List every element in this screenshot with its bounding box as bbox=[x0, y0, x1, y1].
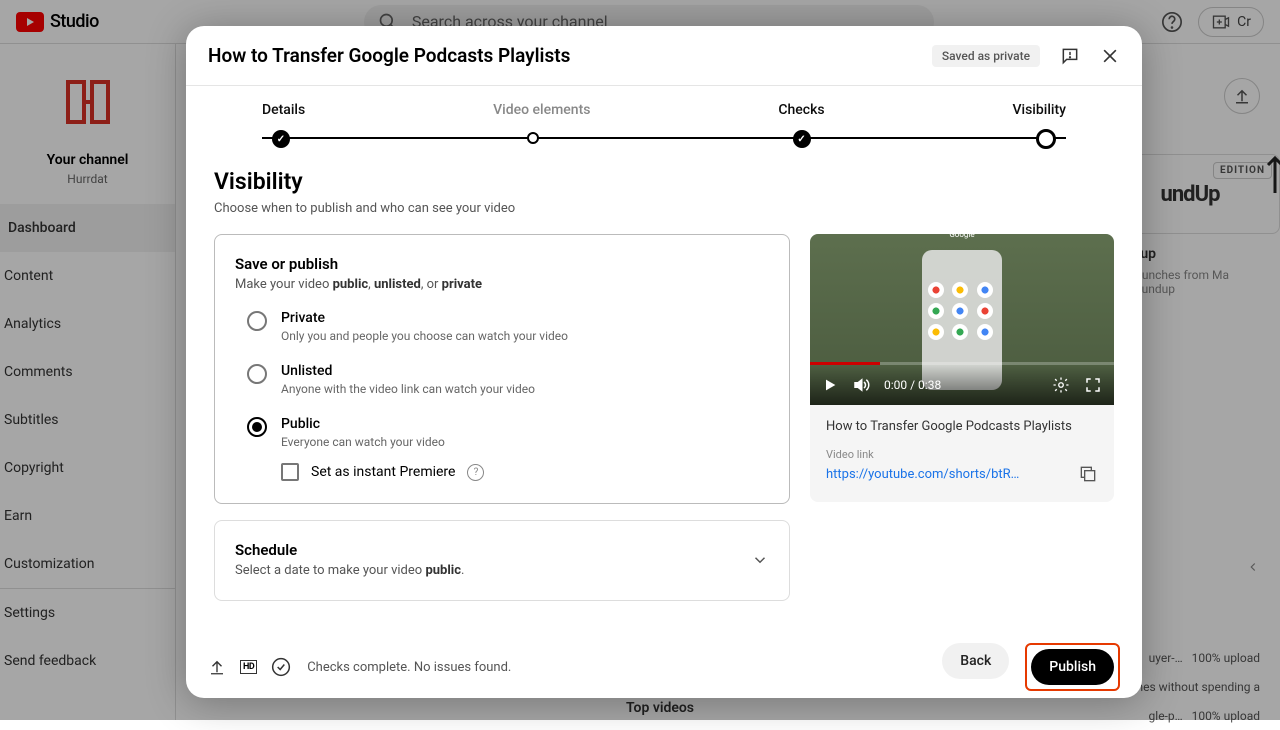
section-description: Choose when to publish and who can see y… bbox=[214, 201, 1114, 216]
video-link[interactable]: https://youtube.com/shorts/btR… bbox=[826, 467, 1019, 482]
step-visibility[interactable]: Visibility bbox=[1013, 102, 1066, 118]
play-icon[interactable] bbox=[822, 377, 838, 393]
publish-highlight: Publish bbox=[1025, 643, 1120, 691]
hd-badge: HD bbox=[240, 660, 257, 674]
radio-unlisted[interactable]: Unlisted Anyone with the video link can … bbox=[235, 363, 769, 396]
link-label: Video link bbox=[826, 448, 1098, 461]
copy-icon[interactable] bbox=[1078, 464, 1098, 484]
step-dot-video-elements[interactable] bbox=[527, 132, 539, 144]
step-dot-details[interactable] bbox=[272, 130, 290, 148]
saved-badge: Saved as private bbox=[932, 45, 1040, 67]
preview-title: How to Transfer Google Podcasts Playlist… bbox=[826, 419, 1098, 434]
volume-icon[interactable] bbox=[852, 376, 870, 394]
close-icon[interactable] bbox=[1100, 46, 1120, 66]
step-dot-visibility[interactable] bbox=[1036, 129, 1056, 149]
radio-icon bbox=[247, 311, 267, 331]
save-publish-card: Save or publish Make your video public, … bbox=[214, 234, 790, 504]
fullscreen-icon[interactable] bbox=[1084, 376, 1102, 394]
step-video-elements[interactable]: Video elements bbox=[493, 102, 590, 118]
dialog-header: How to Transfer Google Podcasts Playlist… bbox=[186, 26, 1142, 86]
radio-icon bbox=[247, 417, 267, 437]
gear-icon[interactable] bbox=[1052, 376, 1070, 394]
video-time: 0:00 / 0:38 bbox=[884, 378, 941, 392]
card-description: Make your video public, unlisted, or pri… bbox=[235, 277, 769, 292]
step-dot-checks[interactable] bbox=[793, 130, 811, 148]
premiere-help-icon[interactable]: ? bbox=[467, 464, 484, 481]
checkbox-icon bbox=[281, 463, 299, 481]
premiere-checkbox-row[interactable]: Set as instant Premiere ? bbox=[235, 463, 769, 481]
radio-icon bbox=[247, 364, 267, 384]
radio-private[interactable]: Private Only you and people you choose c… bbox=[235, 310, 769, 343]
upload-status-icon bbox=[208, 658, 226, 676]
check-circle-icon bbox=[271, 657, 291, 677]
feedback-icon[interactable] bbox=[1060, 46, 1080, 66]
step-details[interactable]: Details bbox=[262, 102, 305, 118]
dialog-footer: HD Checks complete. No issues found. Bac… bbox=[186, 636, 1142, 698]
section-title: Visibility bbox=[214, 168, 1114, 195]
footer-status: Checks complete. No issues found. bbox=[307, 660, 511, 675]
step-checks[interactable]: Checks bbox=[778, 102, 824, 118]
video-thumbnail[interactable]: Google bbox=[810, 234, 1114, 405]
chevron-down-icon bbox=[751, 551, 769, 569]
stepper: Details Video elements Checks Visibility bbox=[186, 86, 1142, 160]
dialog-title: How to Transfer Google Podcasts Playlist… bbox=[208, 44, 570, 67]
radio-public[interactable]: Public Everyone can watch your video bbox=[235, 416, 769, 449]
publish-button[interactable]: Publish bbox=[1031, 649, 1114, 685]
upload-dialog: How to Transfer Google Podcasts Playlist… bbox=[186, 26, 1142, 698]
card-title: Save or publish bbox=[235, 255, 769, 273]
schedule-card[interactable]: Schedule Select a date to make your vide… bbox=[214, 520, 790, 601]
back-button[interactable]: Back bbox=[942, 643, 1009, 679]
video-preview: Google bbox=[810, 234, 1114, 502]
